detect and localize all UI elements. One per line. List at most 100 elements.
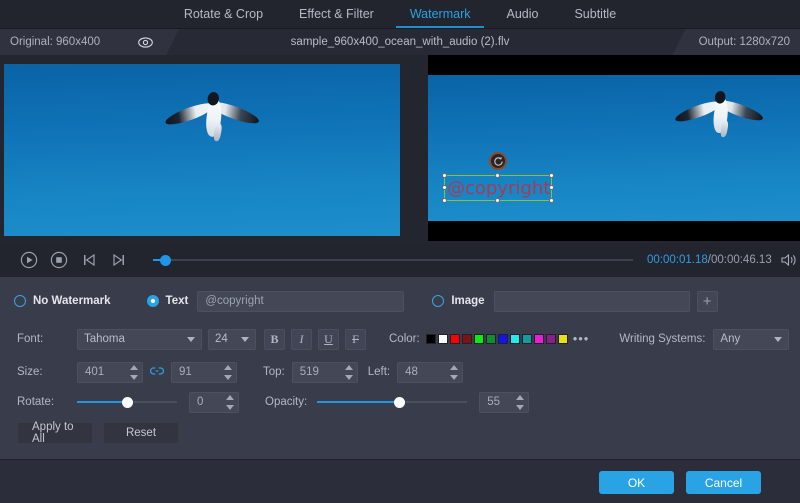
opacity-stepper[interactable]: 55 [479, 392, 529, 413]
top-value: 519 [300, 366, 319, 378]
output-resolution-chip: Output: 1280x720 [673, 29, 800, 55]
color-swatch-0[interactable] [426, 334, 436, 344]
resize-handle-middle-right[interactable] [549, 185, 554, 190]
color-swatch-7[interactable] [510, 334, 520, 344]
color-swatch-6[interactable] [498, 334, 508, 344]
bold-button[interactable]: B [264, 329, 285, 350]
resize-handle-top-left[interactable] [442, 173, 447, 178]
plus-icon[interactable]: + [697, 291, 718, 312]
color-swatch-11[interactable] [558, 334, 568, 344]
radio-image[interactable]: Image [432, 295, 484, 307]
radio-no-watermark-label: No Watermark [33, 295, 111, 307]
width-stepper[interactable]: 401 [77, 362, 143, 383]
color-swatch-3[interactable] [462, 334, 472, 344]
width-stepper-arrows[interactable] [130, 365, 138, 380]
left-stepper-arrows[interactable] [450, 365, 458, 380]
resize-handle-top-right[interactable] [549, 173, 554, 178]
rotate-stepper[interactable]: 0 [189, 392, 239, 413]
tab-subtitle[interactable]: Subtitle [556, 0, 634, 28]
color-swatch-1[interactable] [438, 334, 448, 344]
resize-handle-middle-left[interactable] [442, 185, 447, 190]
seek-bar[interactable] [153, 252, 633, 268]
rotate-slider-fill [77, 401, 127, 403]
height-value: 91 [179, 366, 192, 378]
writing-systems-label: Writing Systems: [619, 333, 705, 345]
opacity-slider-knob[interactable] [394, 397, 405, 408]
cancel-button[interactable]: Cancel [686, 471, 761, 494]
watermark-text-input[interactable] [197, 291, 404, 312]
top-stepper[interactable]: 519 [292, 362, 358, 383]
width-value: 401 [85, 366, 104, 378]
height-stepper-arrows[interactable] [224, 365, 232, 380]
strikethrough-button[interactable]: F [345, 329, 366, 350]
radio-image-dot [432, 295, 444, 307]
watermark-image-path-input[interactable] [494, 291, 690, 312]
rotate-slider[interactable] [77, 395, 177, 409]
top-stepper-arrows[interactable] [345, 365, 353, 380]
color-swatch-8[interactable] [522, 334, 532, 344]
radio-no-watermark-dot [14, 295, 26, 307]
eye-icon[interactable] [138, 37, 153, 48]
left-label: Left: [368, 366, 390, 378]
opacity-value: 55 [487, 396, 500, 408]
panel-actions-row: Apply to All Reset [0, 421, 800, 445]
rotate-icon[interactable] [489, 152, 507, 170]
radio-image-label: Image [451, 295, 484, 307]
color-swatch-list [426, 334, 568, 344]
left-stepper[interactable]: 48 [397, 362, 463, 383]
radio-text[interactable]: Text [147, 295, 189, 307]
tab-effect-filter[interactable]: Effect & Filter [281, 0, 392, 28]
apply-to-all-button[interactable]: Apply to All [17, 422, 93, 444]
next-frame-icon[interactable] [107, 248, 131, 272]
radio-no-watermark[interactable]: No Watermark [14, 295, 111, 307]
color-swatch-9[interactable] [534, 334, 544, 344]
output-preview[interactable]: @copyright [428, 55, 800, 241]
left-value: 48 [405, 366, 418, 378]
original-resolution-chip: Original: 960x400 [0, 29, 179, 55]
color-swatch-4[interactable] [474, 334, 484, 344]
timecode: 00:00:01.18/00:00:46.13 [647, 254, 772, 266]
previous-frame-icon[interactable] [77, 248, 101, 272]
radio-text-label: Text [166, 295, 189, 307]
resize-handle-bottom-left[interactable] [442, 198, 447, 203]
color-swatch-2[interactable] [450, 334, 460, 344]
seek-knob[interactable] [160, 255, 171, 266]
dialog-footer: OK Cancel [0, 459, 800, 503]
font-size-select[interactable]: 24 [208, 329, 256, 350]
resize-handle-bottom-right[interactable] [549, 198, 554, 203]
underline-button[interactable]: U [318, 329, 339, 350]
font-family-select[interactable]: Tahoma [77, 329, 202, 350]
tab-audio[interactable]: Audio [488, 0, 556, 28]
ok-button[interactable]: OK [599, 471, 674, 494]
opacity-stepper-arrows[interactable] [516, 395, 524, 410]
writing-systems-select[interactable]: Any [713, 329, 789, 350]
italic-button[interactable]: I [291, 329, 312, 350]
stop-icon[interactable] [47, 248, 71, 272]
reset-button[interactable]: Reset [103, 422, 179, 444]
height-stepper[interactable]: 91 [171, 362, 237, 383]
top-label: Top: [263, 366, 285, 378]
more-colors-button[interactable]: ••• [573, 336, 590, 342]
writing-systems-value: Any [720, 333, 740, 345]
volume-icon[interactable] [780, 253, 798, 267]
opacity-slider[interactable] [317, 395, 467, 409]
tab-bar: Rotate & Crop Effect & Filter Watermark … [0, 0, 800, 28]
watermark-selection-box[interactable]: @copyright [444, 175, 552, 201]
preview-area: @copyright [0, 55, 800, 241]
rotate-stepper-arrows[interactable] [226, 395, 234, 410]
color-swatch-5[interactable] [486, 334, 496, 344]
size-label: Size: [17, 366, 77, 378]
color-swatch-10[interactable] [546, 334, 556, 344]
resize-handle-bottom-center[interactable] [495, 198, 500, 203]
tab-watermark[interactable]: Watermark [392, 0, 489, 28]
output-resolution-label: Output: 1280x720 [699, 36, 790, 48]
rotate-value: 0 [197, 396, 203, 408]
font-and-color-row: Font: Tahoma 24 B I U F Color: ••• Writi… [0, 328, 800, 350]
link-icon[interactable] [150, 365, 164, 379]
original-preview[interactable] [4, 64, 400, 236]
resize-handle-top-center[interactable] [495, 173, 500, 178]
info-bar: sample_960x400_ocean_with_audio (2).flv … [0, 29, 800, 55]
play-icon[interactable] [17, 248, 41, 272]
rotate-slider-knob[interactable] [122, 397, 133, 408]
tab-rotate-crop[interactable]: Rotate & Crop [166, 0, 281, 28]
